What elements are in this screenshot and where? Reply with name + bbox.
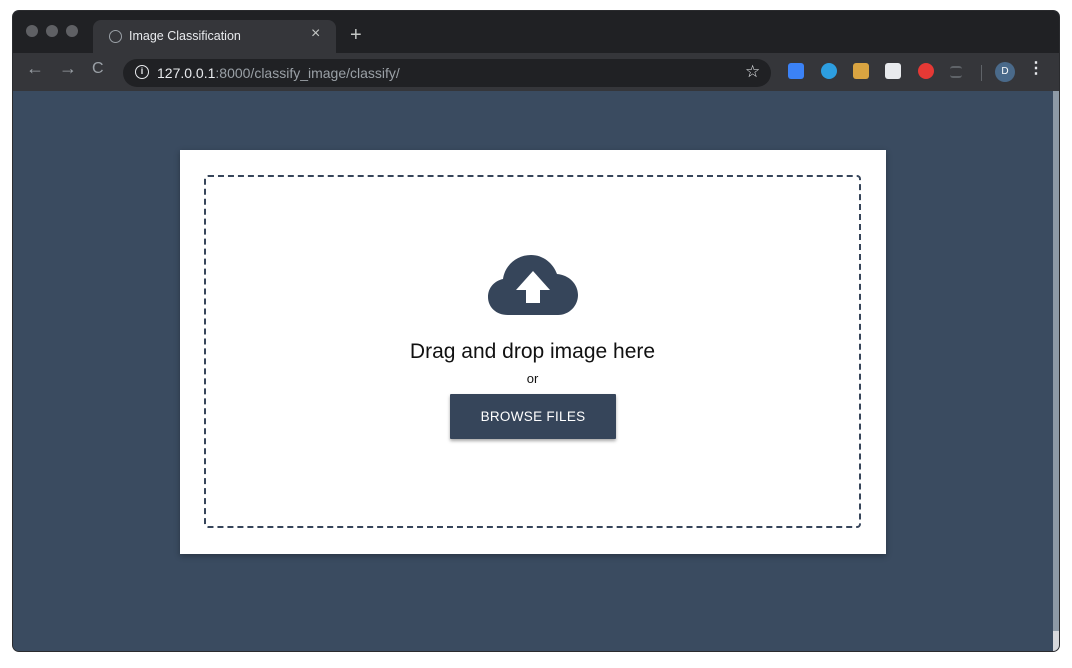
- page-viewport: Drag and drop image here or BROWSE FILES: [13, 91, 1053, 651]
- character-extension-icon[interactable]: [853, 63, 869, 79]
- minimize-window-button[interactable]: [46, 25, 58, 37]
- browser-menu-icon[interactable]: ⋮: [1028, 61, 1044, 77]
- browser-window: Image Classification × + ← → C i 127.0.0…: [13, 11, 1059, 651]
- browser-toolbar: ← → C i 127.0.0.1:8000/classify_image/cl…: [13, 53, 1059, 91]
- toolbar-separator: [981, 65, 982, 81]
- url-path: :8000/classify_image/classify/: [215, 65, 400, 81]
- bookmark-star-icon[interactable]: ☆: [745, 62, 760, 82]
- maximize-window-button[interactable]: [66, 25, 78, 37]
- info-icon[interactable]: i: [135, 65, 149, 79]
- new-tab-button[interactable]: +: [350, 25, 362, 45]
- grid-extension-icon[interactable]: [885, 63, 901, 79]
- s-extension-icon[interactable]: [788, 63, 804, 79]
- back-arrow-icon[interactable]: ←: [26, 59, 44, 77]
- list-extension-icon[interactable]: [950, 66, 962, 78]
- scrollbar[interactable]: [1053, 91, 1059, 651]
- scrollbar-thumb[interactable]: [1053, 91, 1059, 631]
- adblock-hand-icon[interactable]: [918, 63, 934, 79]
- forward-arrow-icon[interactable]: →: [59, 59, 77, 77]
- drag-drop-label: Drag and drop image here: [409, 340, 656, 363]
- globe-icon: [109, 30, 122, 43]
- v-extension-icon[interactable]: [821, 63, 837, 79]
- title-bar: Image Classification × +: [13, 11, 1059, 53]
- upload-card: Drag and drop image here or BROWSE FILES: [180, 150, 886, 554]
- profile-avatar[interactable]: D: [995, 62, 1015, 82]
- browse-files-button[interactable]: BROWSE FILES: [450, 394, 616, 439]
- tab-close-icon[interactable]: ×: [311, 26, 320, 42]
- drop-zone[interactable]: Drag and drop image here or BROWSE FILES: [204, 175, 861, 528]
- url-text[interactable]: 127.0.0.1:8000/classify_image/classify/: [157, 65, 400, 81]
- reload-icon[interactable]: C: [92, 61, 104, 77]
- address-bar[interactable]: i 127.0.0.1:8000/classify_image/classify…: [123, 59, 771, 87]
- tab-title: Image Classification: [129, 29, 241, 43]
- close-window-button[interactable]: [26, 25, 38, 37]
- browser-tab[interactable]: Image Classification ×: [93, 20, 336, 53]
- url-host: 127.0.0.1: [157, 65, 216, 81]
- or-label: or: [526, 371, 539, 386]
- cloud-upload-icon: [488, 255, 578, 315]
